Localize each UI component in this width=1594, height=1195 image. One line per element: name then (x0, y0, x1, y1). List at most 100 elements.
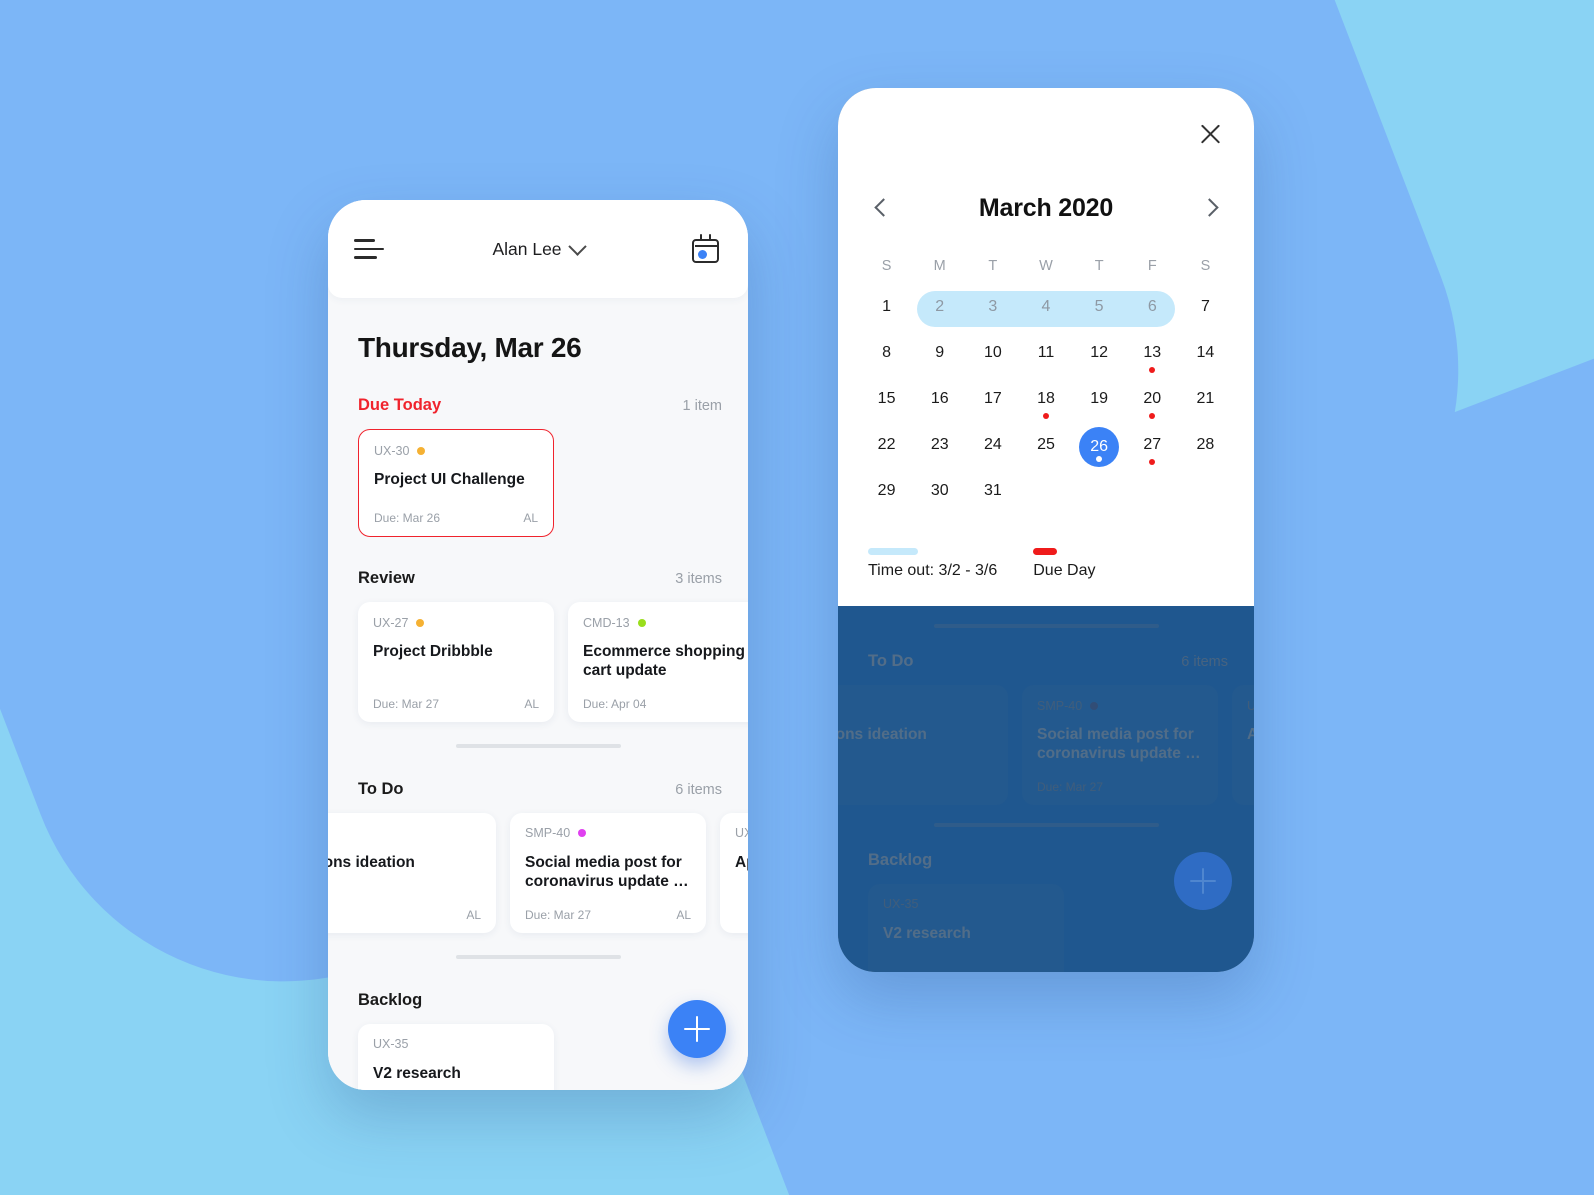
hamburger-menu-icon[interactable] (354, 239, 384, 259)
section-title: Backlog (358, 990, 423, 1009)
hamburger-line (354, 256, 377, 259)
task-card: UX-35 V2 research (868, 883, 1064, 972)
task-key: SMP-40 (1037, 698, 1083, 713)
calendar-day[interactable]: 19 (1073, 380, 1126, 426)
task-footer: Due: Apr 04 (583, 681, 748, 711)
calendar-icon[interactable] (692, 233, 722, 265)
horizontal-scroll-indicator (933, 624, 1159, 628)
task-card[interactable]: UX-27 Project Dribbble Due: Mar 27 AL (358, 602, 554, 722)
day-name: F (1147, 258, 1157, 274)
section-header-due-today: Due Today 1 item (328, 396, 748, 415)
calendar-day[interactable]: 6 (1126, 288, 1179, 334)
section-title: Backlog (868, 850, 933, 869)
close-icon[interactable] (1196, 120, 1224, 148)
calendar-day[interactable]: 14 (1179, 334, 1232, 380)
task-card[interactable]: UX-30 Project UI Challenge Due: Mar 26 A… (358, 429, 554, 537)
calendar-day[interactable]: 12 (1073, 334, 1126, 380)
section-title: Review (358, 569, 415, 587)
calendar-day[interactable]: 28 (1179, 426, 1232, 482)
calendar-day[interactable]: 2 (913, 288, 966, 334)
task-key: UX-30 (374, 443, 410, 458)
task-card: UX-31 App… (1232, 685, 1254, 805)
calendar-day-number: 18 (1037, 390, 1055, 407)
task-card[interactable]: CMD-13 Ecommerce shopping cart update Du… (568, 602, 748, 722)
user-switcher[interactable]: Alan Lee (384, 236, 692, 260)
calendar-day-number: 31 (983, 482, 1002, 499)
calendar-day[interactable]: 20 (1126, 380, 1179, 426)
calendar-day[interactable]: 18 (1019, 380, 1072, 426)
calendar-day-number: 2 (935, 298, 945, 315)
calendar-day[interactable]: 5 (1073, 288, 1126, 334)
calendar-day[interactable]: 10 (966, 334, 1019, 380)
priority-dot-icon (416, 618, 425, 627)
calendar-weeks: 1 2 3 4 5 6 7 8 9 10 11 12 13 14 15 16 17 18 19 20 21 22 23 24 2… (860, 288, 1232, 518)
dimmed-backdrop[interactable]: To Do 6 items cons ideation (838, 606, 1254, 972)
calendar-day-number: 14 (1196, 344, 1215, 361)
task-title: Ecommerce shopping cart update (583, 643, 745, 680)
calendar-day[interactable]: 7 (1179, 288, 1232, 334)
calendar-day[interactable]: 15 (860, 380, 913, 426)
calendar-bar (694, 244, 717, 247)
task-title: V2 research (883, 924, 971, 942)
calendar-day[interactable]: 25 (1019, 426, 1072, 482)
task-title: cons ideation (838, 726, 927, 743)
calendar-day[interactable]: 17 (966, 380, 1019, 426)
chevron-left-icon[interactable] (872, 197, 894, 219)
task-card[interactable]: UX-31 App is… (720, 812, 748, 933)
task-key-row: UX-30 (374, 443, 538, 458)
task-key-row: UX-31 (1247, 698, 1254, 713)
chevron-down-icon (567, 236, 587, 256)
task-key-row (838, 698, 993, 713)
calendar-day-number: 19 (1090, 390, 1109, 407)
calendar-day[interactable]: 31 (966, 472, 1019, 518)
horizontal-scroll-indicator[interactable] (455, 743, 621, 748)
calendar-day[interactable]: 27 (1126, 426, 1179, 482)
dimmed-task-list: To Do 6 items cons ideation (838, 606, 1254, 972)
task-footer (883, 957, 1049, 972)
task-key: UX-31 (1247, 698, 1254, 713)
calendar-day-selected[interactable]: 26 (1073, 426, 1126, 482)
calendar-grid: S M T W T F S 1 2 3 4 5 6 7 8 9 10 11 12 13 14 15 16 17 1… (838, 236, 1254, 518)
task-key: CMD-13 (583, 615, 630, 630)
add-task-fab[interactable] (668, 1000, 726, 1058)
section-header-todo: To Do 6 items (328, 780, 748, 799)
calendar-day[interactable]: 13 (1126, 334, 1179, 380)
calendar-day[interactable]: 3 (966, 288, 1019, 334)
chevron-right-icon[interactable] (1198, 197, 1220, 219)
calendar-day[interactable]: 16 (913, 380, 966, 426)
calendar-day[interactable]: 9 (913, 334, 966, 380)
task-footer: Due: Mar 27 AL (525, 892, 691, 922)
calendar-day[interactable]: 29 (860, 472, 913, 518)
calendar-day[interactable]: 8 (860, 334, 913, 380)
calendar-week-row: 8 9 10 11 12 13 14 (860, 334, 1232, 380)
calendar-day[interactable]: 11 (1019, 334, 1072, 380)
calendar-day-number: 21 (1196, 390, 1215, 407)
phone-task-list: Alan Lee Thursday, Mar 26 Due Today 1 it… (328, 200, 748, 1090)
calendar-day[interactable]: 21 (1179, 380, 1232, 426)
day-name: T (988, 258, 998, 274)
due-day-dot-icon (1149, 367, 1156, 373)
task-footer (1247, 778, 1254, 794)
task-due: Due: Apr 04 (583, 696, 647, 711)
calendar-day-number: 8 (882, 344, 892, 361)
task-footer: Due: Mar 27 (1037, 764, 1203, 794)
calendar-day-number: 20 (1143, 390, 1162, 407)
horizontal-scroll-indicator[interactable] (455, 954, 621, 959)
task-key: UX-31 (735, 826, 748, 841)
task-key-row: UX-35 (883, 897, 1049, 912)
calendar-day-number: 29 (877, 482, 896, 499)
calendar-day[interactable]: 1 (860, 288, 913, 334)
calendar-day[interactable]: 4 (1019, 288, 1072, 334)
task-card[interactable]: cons ideation AL (328, 812, 496, 933)
task-key-row: UX-35 (373, 1037, 539, 1052)
task-card: cons ideation (838, 685, 1008, 805)
due-day-dot-icon (1149, 459, 1156, 465)
task-card[interactable]: UX-35 V2 research (358, 1023, 554, 1090)
priority-dot-icon (637, 618, 646, 627)
legend-label: Due Day (1033, 562, 1096, 579)
calendar-day[interactable]: 30 (913, 472, 966, 518)
task-title: Project Dribbble (373, 643, 493, 660)
section-title: To Do (358, 779, 404, 798)
day-name: T (1094, 258, 1104, 274)
task-card[interactable]: SMP-40 Social media post for coronavirus… (510, 812, 706, 933)
